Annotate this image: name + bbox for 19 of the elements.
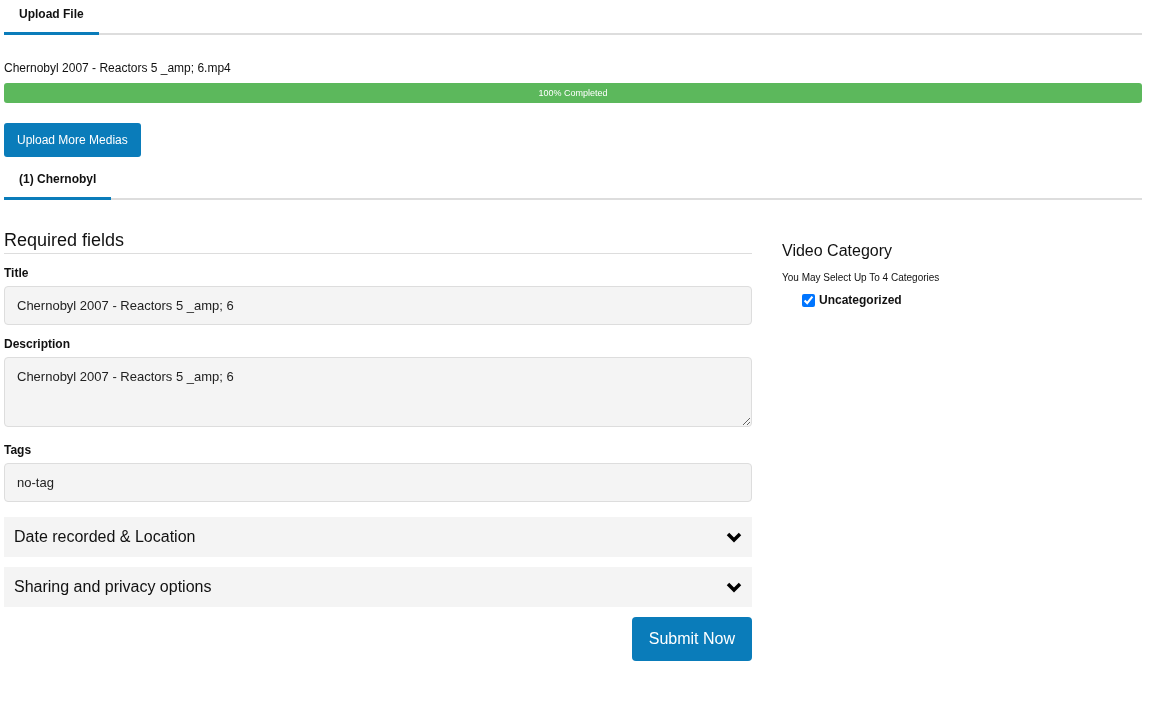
submit-button[interactable]: Submit Now xyxy=(631,617,752,661)
field-label: Description xyxy=(4,337,71,351)
section-heading: Required fields xyxy=(4,230,752,254)
upload-file-tab[interactable]: Upload File xyxy=(4,0,99,35)
input-field[interactable]: no-tag xyxy=(4,463,752,502)
field-label: Title xyxy=(4,266,30,280)
media-tab[interactable]: (1) Chernobyl xyxy=(4,165,112,200)
progress-label: 100% Completed xyxy=(538,88,608,98)
category-title: Video Category xyxy=(782,242,893,260)
category-hint: You May Select Up To 4 Categories xyxy=(782,272,940,283)
description-field[interactable]: Chernobyl 2007 - Reactors 5 _amp; 6 xyxy=(4,357,752,427)
input-field[interactable]: Chernobyl 2007 - Reactors 5 _amp; 6 xyxy=(4,286,752,325)
collapsible-section[interactable]: Date recorded & Location xyxy=(4,517,752,557)
upload-more-button[interactable]: Upload More Medias xyxy=(4,123,141,157)
category-checkbox[interactable] xyxy=(802,293,815,307)
field-label: Tags xyxy=(4,443,33,457)
collapsible-section[interactable]: Sharing and privacy options xyxy=(4,567,752,607)
category-label: Uncategorized xyxy=(819,293,902,307)
file-name: Chernobyl 2007 - Reactors 5 _amp; 6.mp4 xyxy=(4,61,232,75)
